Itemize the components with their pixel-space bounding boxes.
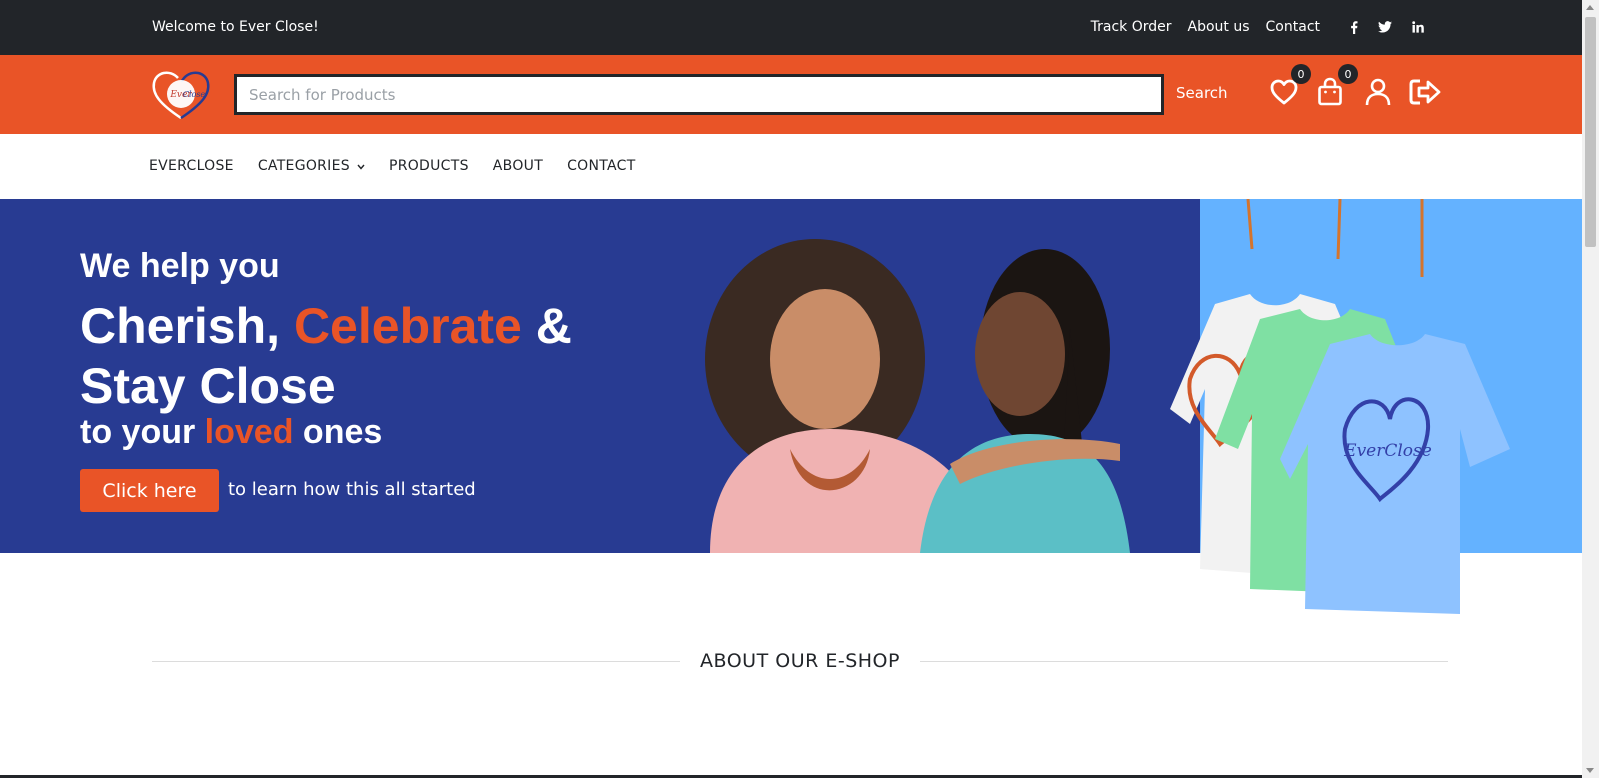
hero-photo-women <box>650 239 1170 557</box>
scroll-down-icon[interactable] <box>1586 768 1594 773</box>
hero-line-4: to your loved ones <box>80 413 382 452</box>
top-bar: Welcome to Ever Close! Track Order About… <box>0 0 1582 55</box>
shopping-bag-icon <box>1316 77 1344 111</box>
main-nav: EVERCLOSE CATEGORIES PRODUCTS ABOUT CONT… <box>0 134 1582 199</box>
wishlist-count-badge: 0 <box>1291 64 1311 84</box>
chevron-down-icon <box>357 158 365 174</box>
hero-text: to your <box>80 413 205 451</box>
scrollbar-thumb[interactable] <box>1585 17 1596 247</box>
account-button[interactable] <box>1364 77 1396 109</box>
nav-item-label: CONTACT <box>567 158 636 174</box>
nav-item-categories[interactable]: CATEGORIES <box>258 158 365 174</box>
shirt-logo-text: EverClose <box>1343 441 1432 461</box>
nav-list: EVERCLOSE CATEGORIES PRODUCTS ABOUT CONT… <box>149 158 636 174</box>
search-box <box>234 74 1164 115</box>
svg-text:Close: Close <box>183 90 206 99</box>
search-button[interactable]: Search <box>1176 84 1228 102</box>
nav-item-products[interactable]: PRODUCTS <box>389 158 469 174</box>
hero-shirts: EverClose <box>1130 198 1582 633</box>
vertical-scrollbar[interactable] <box>1582 0 1599 778</box>
wishlist-button[interactable]: 0 <box>1269 64 1311 111</box>
nav-item-everclose[interactable]: EVERCLOSE <box>149 158 234 174</box>
hero-accent-text: Celebrate <box>293 298 522 354</box>
hero-line-2: Cherish, Celebrate & <box>80 297 572 355</box>
nav-item-label: EVERCLOSE <box>149 158 234 174</box>
social-links <box>1350 20 1424 34</box>
linkedin-icon[interactable] <box>1412 21 1424 33</box>
scroll-up-icon[interactable] <box>1586 5 1594 10</box>
twitter-icon[interactable] <box>1378 21 1392 33</box>
hero-line-3: Stay Close <box>80 358 336 414</box>
welcome-message: Welcome to Ever Close! <box>152 19 319 35</box>
cart-button[interactable]: 0 <box>1316 64 1358 111</box>
contact-link[interactable]: Contact <box>1266 19 1320 35</box>
about-title: ABOUT OUR E-SHOP <box>700 650 900 672</box>
nav-item-label: CATEGORIES <box>257 158 350 174</box>
nav-item-contact[interactable]: CONTACT <box>567 158 636 174</box>
hero-text: Cherish, <box>80 298 294 354</box>
main-header: Ever Close Search 0 0 <box>0 55 1582 134</box>
nav-item-label: PRODUCTS <box>388 158 469 174</box>
hero-text: & <box>521 298 572 354</box>
logout-button[interactable] <box>1408 77 1442 111</box>
about-section-heading: ABOUT OUR E-SHOP <box>152 650 1448 672</box>
hero-accent-text: loved <box>204 413 294 451</box>
nav-item-about[interactable]: ABOUT <box>493 158 543 174</box>
brand-logo[interactable]: Ever Close <box>150 66 212 122</box>
click-here-button[interactable]: Click here <box>80 469 219 512</box>
page: Welcome to Ever Close! Track Order About… <box>0 0 1599 778</box>
cta-description: to learn how this all started <box>228 479 476 500</box>
facebook-icon[interactable] <box>1350 20 1358 34</box>
nav-item-label: ABOUT <box>492 158 544 174</box>
heart-icon <box>1269 79 1299 111</box>
hero-text: ones <box>293 413 383 451</box>
user-icon <box>1364 78 1392 111</box>
track-order-link[interactable]: Track Order <box>1091 19 1172 35</box>
search-input[interactable] <box>237 77 1161 112</box>
about-us-link[interactable]: About us <box>1188 19 1250 35</box>
hero-banner: We help you Cherish, Celebrate & Stay Cl… <box>0 198 1582 614</box>
cart-count-badge: 0 <box>1338 64 1358 84</box>
hero-line-1: We help you <box>80 247 280 285</box>
logout-icon <box>1408 79 1442 111</box>
top-links: Track Order About us Contact <box>1091 19 1424 35</box>
